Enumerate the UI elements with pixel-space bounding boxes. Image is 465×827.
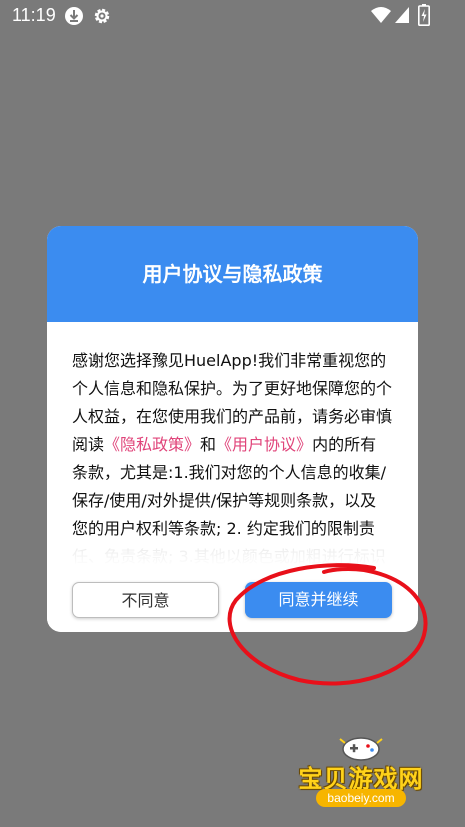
status-bar: 11:19 [0, 0, 465, 32]
red-circle-annotation [227, 563, 428, 686]
battery-icon [418, 4, 430, 26]
watermark-logo: 宝贝游戏网 baobeiy.com [288, 733, 434, 811]
gear-icon [94, 8, 110, 24]
user-agreement-link[interactable]: 《用户协议》 [216, 435, 312, 454]
signal-icon [395, 7, 409, 23]
wifi-icon [371, 7, 391, 23]
download-icon [65, 7, 83, 25]
dialog-title: 用户协议与隐私政策 [142, 262, 323, 286]
disagree-button[interactable]: 不同意 [72, 582, 219, 618]
status-time: 11:19 [12, 5, 56, 25]
watermark-domain: baobeiy.com [316, 789, 406, 807]
dialog-header: 用户协议与隐私政策 [47, 226, 418, 322]
privacy-policy-link[interactable]: 《隐私政策》 [104, 435, 200, 454]
dialog-body-text[interactable]: 感谢您选择豫见HuelApp!我们非常重视您的个人信息和隐私保护。为了更好地保障… [72, 347, 392, 567]
body-text-and: 和 [200, 435, 217, 454]
